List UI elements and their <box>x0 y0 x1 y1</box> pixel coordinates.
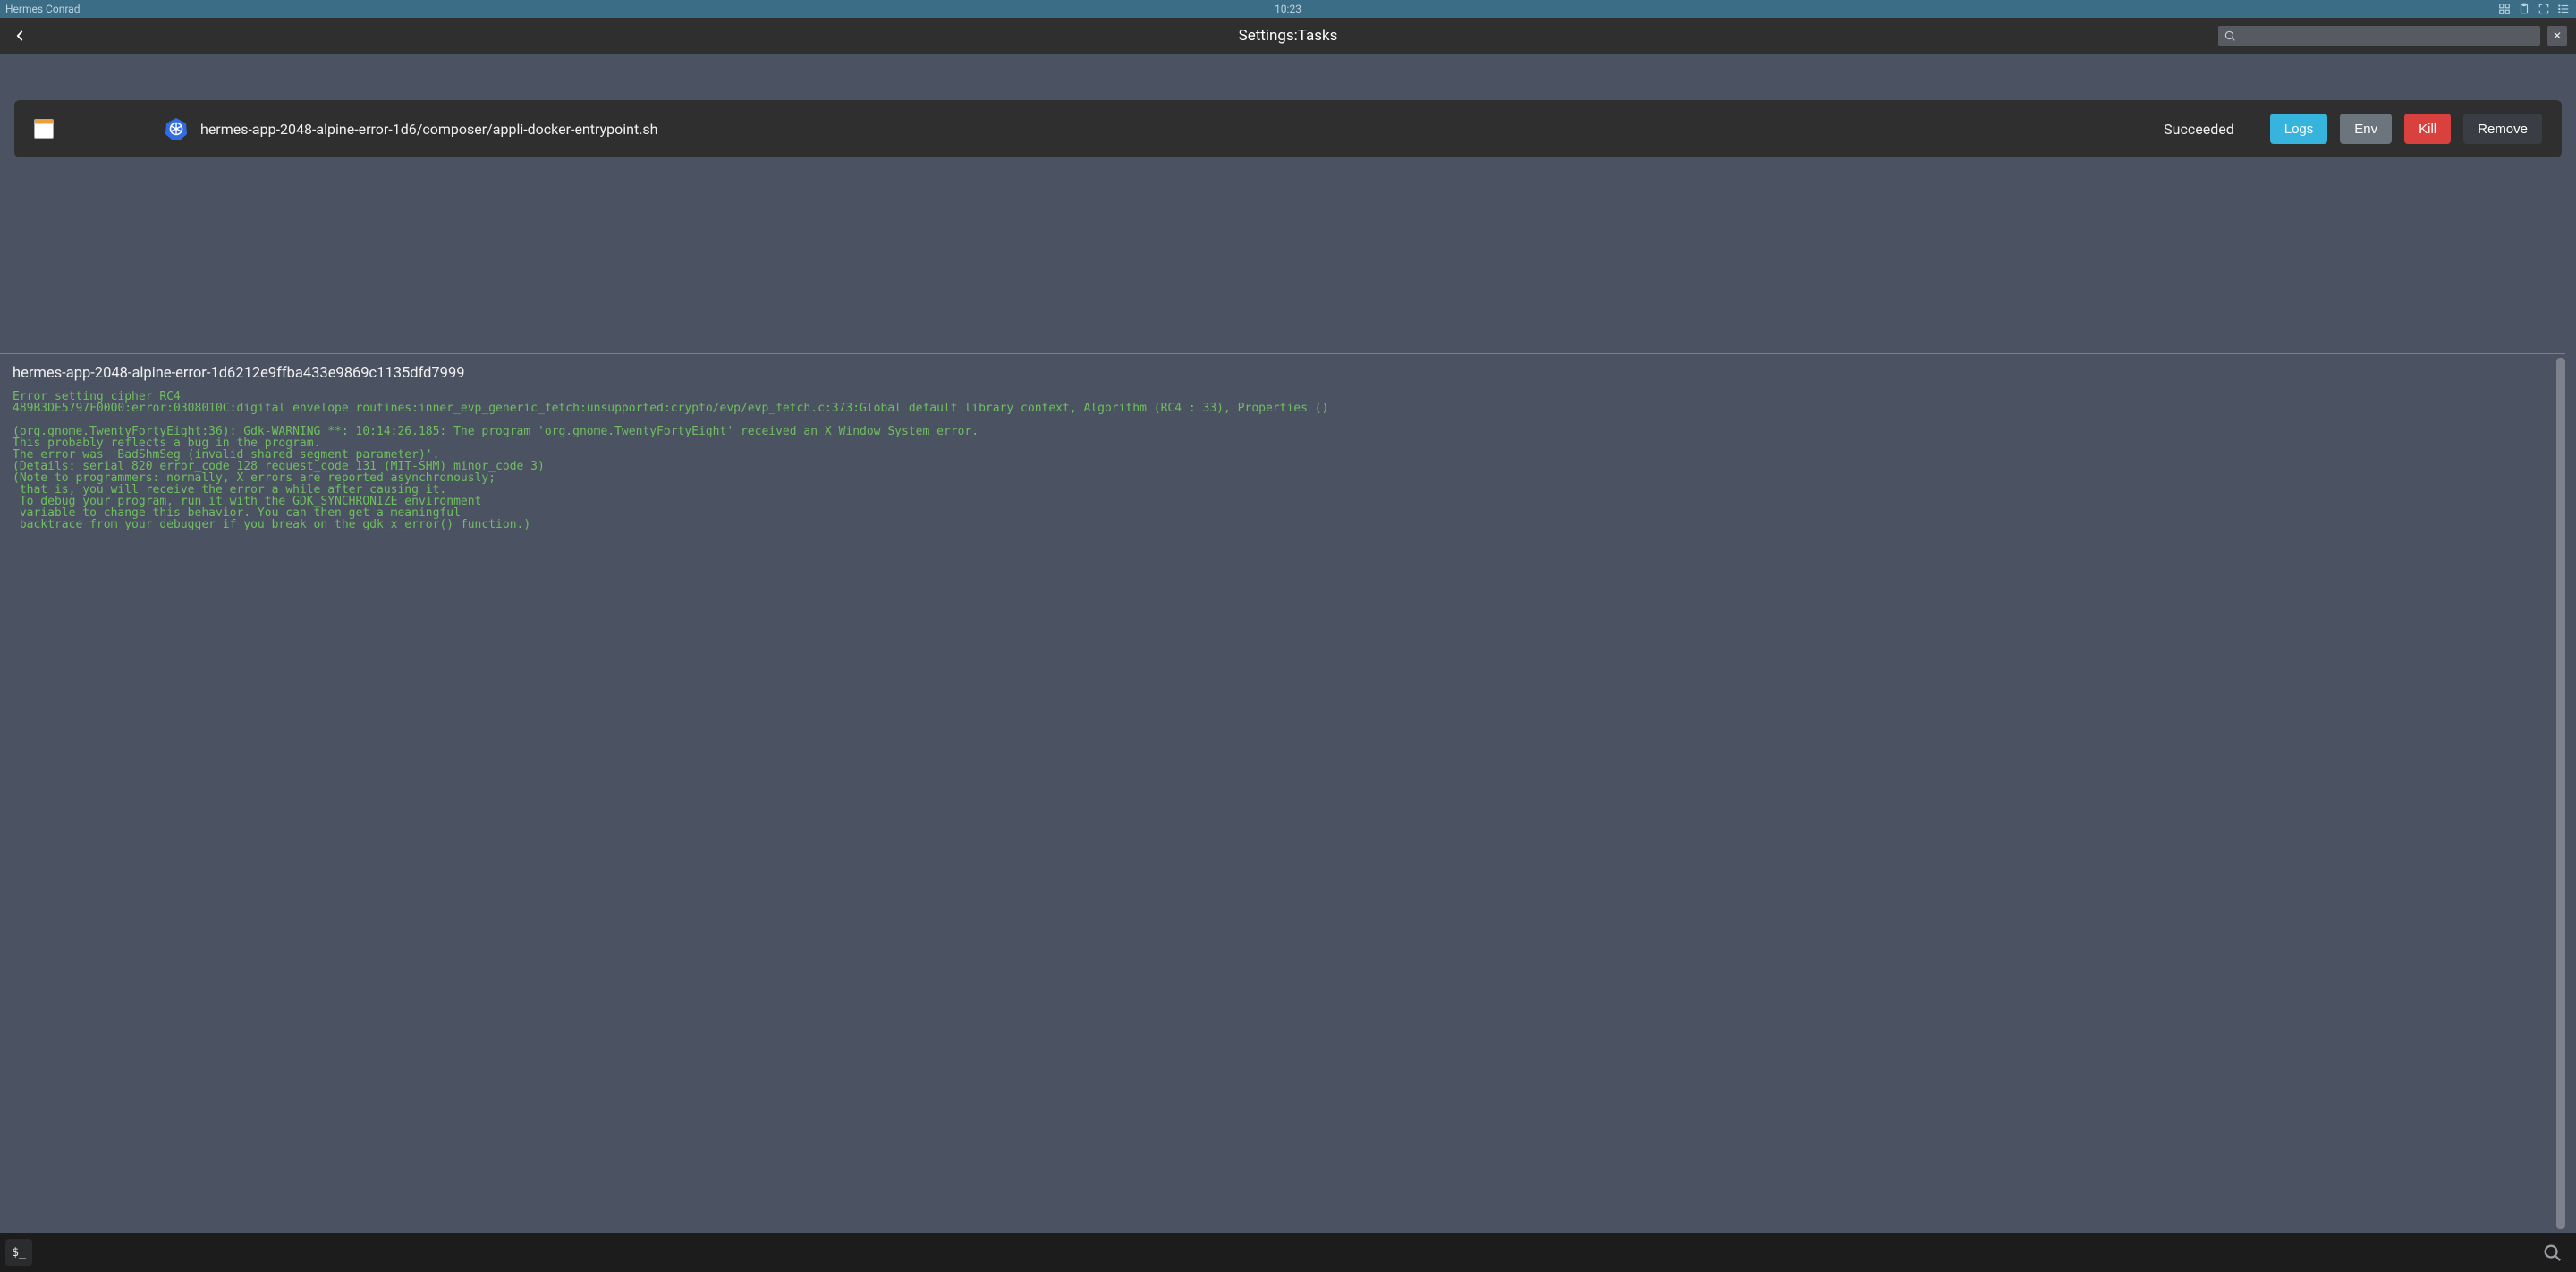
system-clock: 10:23 <box>1275 3 1301 15</box>
app-header: Settings:Tasks ✕ <box>0 18 2576 54</box>
dock-bar: $_ <box>0 1233 2576 1272</box>
env-button[interactable]: Env <box>2340 114 2392 144</box>
close-button[interactable]: ✕ <box>2547 26 2567 46</box>
content-area: hermes-app-2048-alpine-error-1d6/compose… <box>0 54 2576 157</box>
grid-icon[interactable] <box>2497 3 2512 15</box>
remove-button[interactable]: Remove <box>2463 114 2542 144</box>
dock-search-button[interactable] <box>2533 1239 2571 1266</box>
search-icon <box>2542 1242 2562 1262</box>
task-status: Succeeded <box>2164 121 2234 138</box>
close-icon: ✕ <box>2553 30 2562 42</box>
task-name: hermes-app-2048-alpine-error-1d6/compose… <box>200 121 658 138</box>
app-icon <box>34 119 54 139</box>
kill-button[interactable]: Kill <box>2404 114 2451 144</box>
system-bar: Hermes Conrad 10:23 <box>0 0 2576 18</box>
kubernetes-icon <box>165 117 188 140</box>
logs-button[interactable]: Logs <box>2270 114 2328 144</box>
task-row: hermes-app-2048-alpine-error-1d6/compose… <box>14 100 2562 157</box>
clipboard-icon[interactable] <box>2517 3 2531 15</box>
search-box[interactable] <box>2218 26 2540 46</box>
log-title: hermes-app-2048-alpine-error-1d6212e9ffb… <box>13 365 2553 382</box>
log-body[interactable]: Error setting cipher RC4 489B3DE5797F000… <box>13 391 2553 530</box>
task-actions: Logs Env Kill Remove <box>2270 114 2542 144</box>
log-panel: hermes-app-2048-alpine-error-1d6212e9ffb… <box>0 353 2565 1233</box>
terminal-icon[interactable]: $_ <box>5 1239 32 1266</box>
search-icon <box>2224 30 2236 42</box>
system-user: Hermes Conrad <box>5 3 80 15</box>
list-icon[interactable] <box>2556 3 2571 15</box>
fullscreen-icon[interactable] <box>2537 3 2551 15</box>
back-button[interactable] <box>9 25 30 47</box>
page-title: Settings:Tasks <box>1239 27 1338 45</box>
search-input[interactable] <box>2241 26 2535 46</box>
system-tray <box>2497 3 2571 15</box>
